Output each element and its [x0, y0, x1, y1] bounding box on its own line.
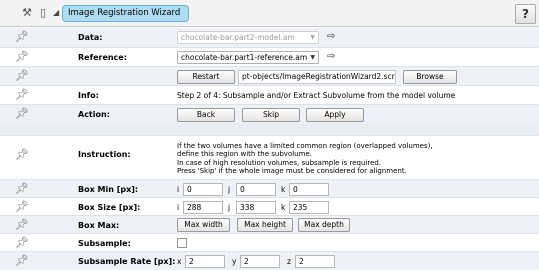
pin-icon[interactable]: 📌︎ [15, 50, 29, 63]
subsample-rate-row: 📌︎ Subsample Rate [px]: x 2 y 2 z 2 [0, 251, 539, 270]
script-path-field[interactable]: pt-objects/ImageRegistrationWizard2.scro [238, 70, 396, 84]
subsample-rate-x-field[interactable]: 2 [185, 255, 225, 268]
max-depth-button[interactable]: Max depth [298, 218, 350, 232]
box-min-row: 📌︎ Box Min [px]: i 0 j 0 k 0 [0, 179, 539, 197]
pin-icon[interactable]: 📌︎ [15, 200, 29, 213]
axis-j-label: j [228, 185, 231, 194]
apply-button[interactable]: Apply [306, 108, 364, 122]
box-max-label: Box Max: [78, 221, 120, 230]
box-size-label: Box Size [px]: [78, 203, 141, 212]
action-label: Action: [78, 110, 110, 119]
pin-icon[interactable]: 📌︎ [15, 30, 29, 43]
skip-button[interactable]: Skip [242, 108, 300, 122]
instruction-line: define this region with the subvolume. [177, 150, 312, 159]
jump-to-reference-icon[interactable]: ⇨ [327, 51, 335, 62]
max-height-button[interactable]: Max height [237, 218, 293, 232]
subsample-row: 📌︎ Subsample: [0, 233, 539, 251]
axis-j-label: j [228, 203, 231, 212]
subsample-rate-y-field[interactable]: 2 [240, 255, 280, 268]
instruction-text: If the two volumes have a limited common… [177, 142, 433, 175]
pin-icon[interactable]: 📌︎ [15, 182, 29, 195]
instruction-label: Instruction: [78, 150, 131, 159]
reference-select-value: chocolate-bar.part1-reference.am [181, 53, 308, 62]
axis-i-label: i [177, 203, 180, 212]
subsample-label: Subsample: [78, 239, 131, 248]
pin-icon[interactable]: 📌︎ [15, 88, 29, 101]
info-text: Step 2 of 4: Subsample and/or Extract Su… [177, 91, 456, 100]
box-min-k-field[interactable]: 0 [289, 183, 329, 196]
axis-k-label: k [281, 203, 286, 212]
module-title[interactable]: Image Registration Wizard [62, 5, 189, 22]
script-row: 📌︎ Restart pt-objects/ImageRegistrationW… [0, 66, 539, 85]
instruction-line: Press 'Skip' if the whole image must be … [177, 166, 407, 175]
browse-button[interactable]: Browse [403, 70, 457, 84]
max-width-button[interactable]: Max width [177, 218, 230, 232]
instruction-line: If the two volumes have a limited common… [177, 142, 433, 150]
chevron-down-icon: ▼ [310, 34, 315, 41]
collapse-triangle-icon[interactable]: ◢ [53, 8, 59, 17]
restart-button[interactable]: Restart [177, 70, 235, 84]
subsample-rate-z-field[interactable]: 2 [295, 255, 335, 268]
data-label: Data: [78, 33, 103, 42]
axis-y-label: y [232, 257, 237, 266]
subsample-checkbox[interactable] [177, 238, 187, 248]
data-row: 📌︎ Data: chocolate-bar.part2-model.am ▼ … [0, 28, 539, 47]
subsample-rate-label: Subsample Rate [px]: [78, 257, 176, 266]
box-size-row: 📌︎ Box Size [px]: i 288 j 338 k 235 [0, 197, 539, 215]
box-size-i-field[interactable]: 288 [183, 201, 223, 214]
help-button[interactable]: ? [515, 4, 536, 24]
instruction-line: In case of high resolution volumes, subs… [177, 158, 382, 167]
reference-label: Reference: [78, 53, 127, 62]
box-max-row: 📌︎ Box Max: Max width Max height Max dep… [0, 215, 539, 233]
box-size-k-field[interactable]: 235 [289, 201, 329, 214]
reference-select[interactable]: chocolate-bar.part1-reference.am ▼ [177, 51, 319, 64]
pin-icon[interactable]: 📌︎ [15, 69, 29, 82]
box-min-j-field[interactable]: 0 [236, 183, 276, 196]
wizard-tool-icon[interactable]: ⚒ [20, 6, 34, 20]
reference-row: 📌︎ Reference: chocolate-bar.part1-refere… [0, 47, 539, 66]
axis-i-label: i [177, 185, 180, 194]
section-divider [0, 123, 539, 135]
box-min-i-field[interactable]: 0 [183, 183, 223, 196]
pin-icon[interactable]: 📌︎ [15, 107, 29, 120]
back-button[interactable]: Back [177, 108, 235, 122]
module-header: ⚒ ▯ ◢ Image Registration Wizard ? [0, 0, 539, 27]
instruction-row: 📌︎ Instruction: If the two volumes have … [0, 135, 539, 179]
action-row: 📌︎ Action: Back Skip Apply [0, 104, 539, 123]
box-min-label: Box Min [px]: [78, 185, 139, 194]
pin-icon[interactable]: 📌︎ [15, 236, 29, 249]
info-row: 📌︎ Info: Step 2 of 4: Subsample and/or E… [0, 85, 539, 104]
axis-z-label: z [287, 257, 291, 266]
pin-icon[interactable]: 📌︎ [15, 218, 29, 231]
info-label: Info: [78, 91, 99, 100]
axis-x-label: x [177, 257, 182, 266]
data-select-value: chocolate-bar.part2-model.am [181, 33, 295, 42]
box-size-j-field[interactable]: 338 [236, 201, 276, 214]
jump-to-data-icon[interactable]: ⇨ [327, 31, 335, 42]
chevron-down-icon: ▼ [310, 54, 315, 61]
data-select[interactable]: chocolate-bar.part2-model.am ▼ [177, 31, 319, 44]
pin-icon[interactable]: 📌︎ [15, 148, 29, 161]
axis-k-label: k [281, 185, 286, 194]
port-icon[interactable]: ▯ [36, 6, 50, 20]
pin-icon[interactable]: 📌︎ [15, 254, 29, 267]
